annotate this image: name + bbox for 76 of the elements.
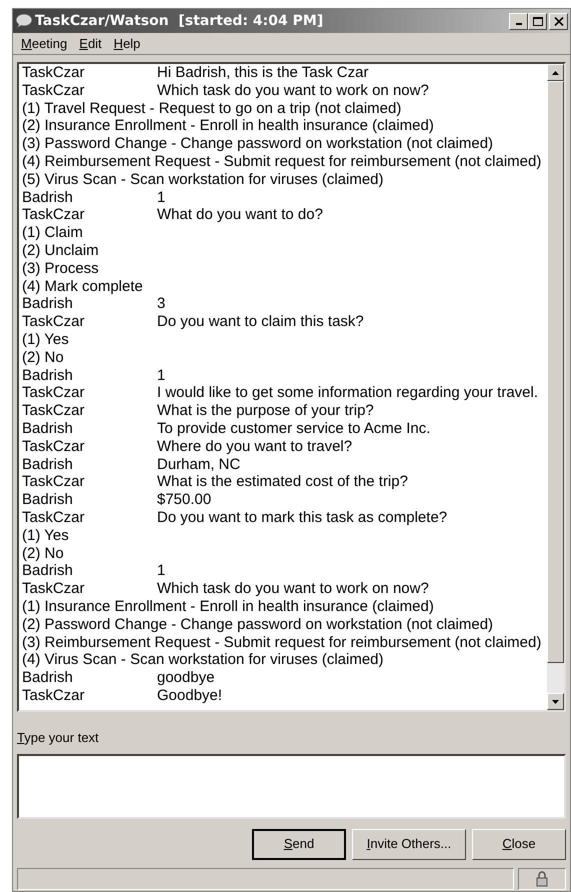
message-text: goodbye [157,669,215,687]
message-text: Which task do you want to work on now? [157,580,429,598]
option-text: (3) Reimbursement Request - Submit request for reimbursement (not claimed) [22,634,542,652]
message-text: I would like to get some information regarding your travel. [157,384,538,402]
option-text: (4) Reimbursement Request - Submit request for reimbursement (not claimed) [22,152,542,171]
message-text: To provide customer service to Acme Inc. [157,420,430,438]
option-text: (2) Unclaim [22,242,99,260]
input-label: Type your text [17,729,100,747]
speaker-name: Badrish [22,491,74,509]
speaker-name: Badrish [22,188,74,206]
message-text: What is the purpose of your trip? [157,402,374,420]
message-text: What is the estimated cost of the trip? [157,473,408,492]
speaker-name: TaskCzar [22,580,86,598]
message-input[interactable] [17,754,566,818]
option-text: (1) Insurance Enrollment - Enroll in health insurance (claimed) [22,598,434,616]
option-text: (1) Travel Request - Request to go on a trip (not claimed) [22,100,402,118]
up-arrow-icon [552,70,559,74]
speaker-name: TaskCzar [22,82,86,100]
speaker-name: TaskCzar [22,473,86,492]
close-icon [554,16,564,26]
message-text: What do you want to do? [157,206,323,224]
speaker-name: TaskCzar [22,313,86,331]
dialog-button[interactable]: Invite Others... [352,828,466,860]
dialog-button[interactable]: Close [472,828,566,860]
maximize-icon [532,16,542,26]
speaker-name: TaskCzar [22,206,86,224]
minimize-button[interactable] [509,12,528,30]
speaker-name: TaskCzar [22,402,86,420]
option-text: (1) Yes [22,526,69,545]
speaker-name: TaskCzar [22,686,86,705]
message-text: 1 [157,188,166,206]
minimize-icon [516,23,522,25]
menu-item[interactable]: Edit [73,34,108,54]
scroll-down-button[interactable] [547,693,564,710]
option-text: (1) Yes [22,330,69,349]
speaker-name: Badrish [22,420,74,438]
option-text: (4) Mark complete [22,278,143,296]
message-text: Durham, NC [157,456,240,474]
speaker-name: Badrish [22,295,74,314]
dialog-button[interactable]: Send [252,828,346,860]
message-text: Which task do you want to work on now? [157,82,429,100]
message-text: 1 [157,366,166,384]
option-text: (2) Password Change - Change password on workstation (not claimed) [22,616,494,634]
maximize-button[interactable] [528,12,547,30]
option-text: (2) Insurance Enrollment - Enroll in health insurance (claimed) [22,117,434,136]
message-text: Where do you want to travel? [157,438,352,456]
window-title: TaskCzar/Watson [started: 4:04 PM] [35,12,324,30]
message-text: 3 [157,295,166,314]
speaker-name: Badrish [22,366,74,384]
lock-icon [536,870,548,886]
message-text: $750.00 [157,491,212,509]
message-text: Hi Badrish, this is the Task Czar [157,64,368,82]
option-text: (2) No [22,348,64,367]
speaker-name: TaskCzar [22,508,86,527]
speaker-name: Badrish [22,562,74,580]
message-text: Goodbye! [157,686,222,705]
menu-item[interactable]: Meeting [15,34,74,54]
message-text: Do you want to mark this task as complete? [157,508,448,527]
option-text: (3) Process [22,260,99,278]
menu-item[interactable]: Help [108,34,146,54]
speaker-name: Badrish [22,669,74,687]
down-arrow-icon [552,700,559,704]
scroll-up-button[interactable] [547,64,564,81]
message-text: 1 [157,562,166,580]
option-text: (1) Claim [22,224,83,242]
option-text: (5) Virus Scan - Scan workstation for viruses (claimed) [22,170,384,189]
speaker-name: TaskCzar [22,384,86,402]
close-button[interactable] [549,12,568,30]
speaker-name: Badrish [22,456,74,474]
option-text: (4) Virus Scan - Scan workstation for viruses (claimed) [22,651,384,670]
chat-bubble-icon [15,13,33,29]
option-text: (2) No [22,544,64,562]
speaker-name: TaskCzar [22,438,86,456]
speaker-name: TaskCzar [22,64,86,82]
message-text: Do you want to claim this task? [157,313,364,331]
option-text: (3) Password Change - Change password on workstation (not claimed) [22,135,494,153]
